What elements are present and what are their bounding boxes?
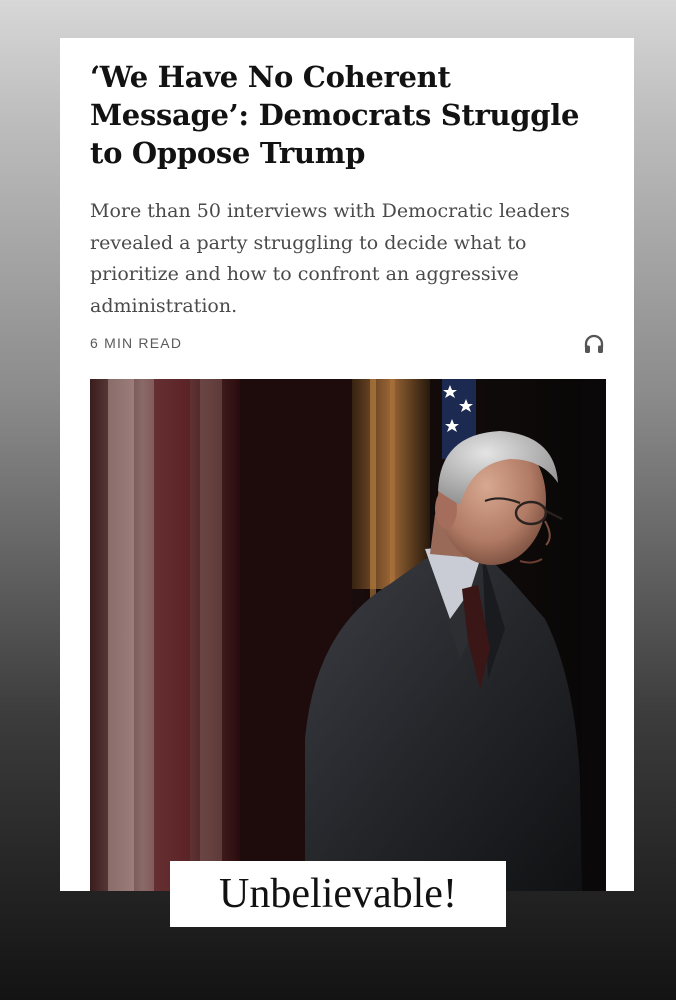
article-card[interactable]: ‘We Have No Coherent Message’: Democrats… — [60, 38, 634, 891]
article-photo[interactable] — [90, 379, 606, 891]
article-summary: More than 50 interviews with Democratic … — [90, 200, 570, 317]
article-headline[interactable]: ‘We Have No Coherent Message’: Democrats… — [90, 58, 610, 172]
caption-text: Unbelievable! — [219, 871, 457, 917]
caption-overlay: Unbelievable! — [170, 861, 506, 927]
article-meta-row: 6 MIN READ — [90, 332, 606, 356]
headphones-icon[interactable] — [582, 332, 606, 356]
read-time-label: 6 MIN READ — [90, 335, 183, 351]
